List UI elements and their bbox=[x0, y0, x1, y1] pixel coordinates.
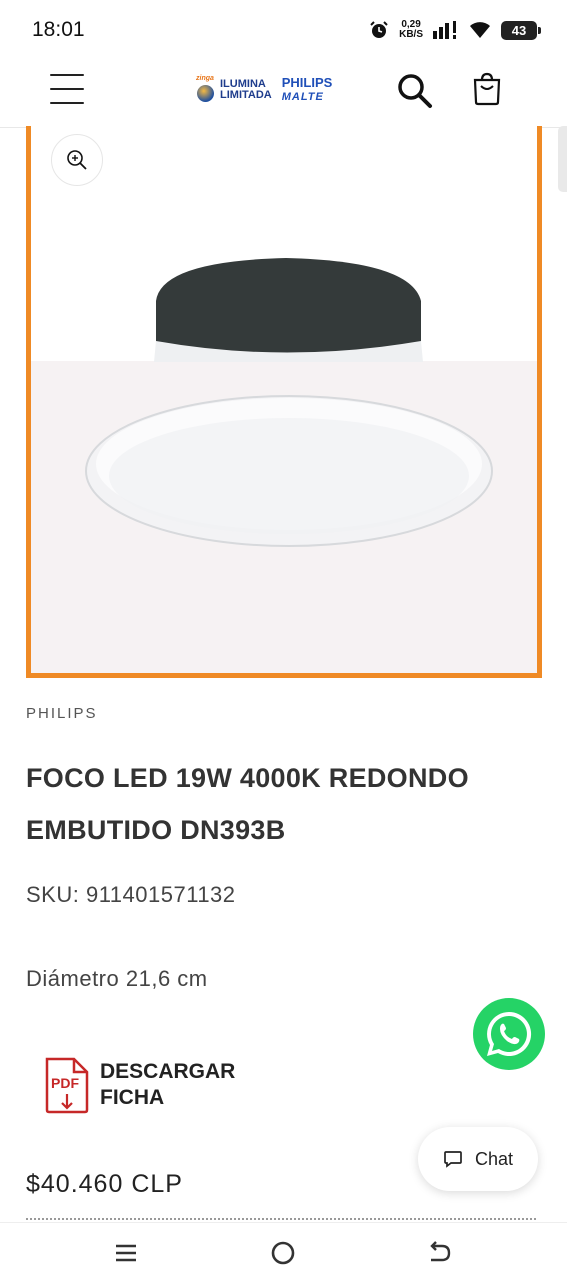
menu-lines-icon bbox=[116, 1244, 136, 1262]
download-label: DESCARGAR FICHA bbox=[100, 1060, 236, 1109]
logo-company-name: ILUMINA LIMITADA bbox=[220, 78, 272, 101]
system-nav-bar bbox=[0, 1222, 567, 1280]
product-diameter: Diámetro 21,6 cm bbox=[26, 966, 208, 991]
download-datasheet-button[interactable]: PDF DESCARGAR FICHA bbox=[44, 1056, 240, 1114]
back-button[interactable] bbox=[425, 1239, 453, 1267]
cart-button[interactable] bbox=[471, 72, 503, 106]
signal-icon bbox=[433, 21, 456, 39]
chat-label: Chat bbox=[474, 1148, 514, 1169]
status-time: 18:01 bbox=[32, 18, 85, 41]
site-logo[interactable]: zinga ILUMINA LIMITADA PHILIPS MALTE bbox=[196, 72, 344, 108]
status-icons: 0,29 KB/S 43 bbox=[369, 19, 541, 40]
product-image[interactable] bbox=[26, 126, 542, 678]
chat-bubble-icon bbox=[444, 1151, 462, 1168]
search-button[interactable] bbox=[396, 72, 434, 110]
product-sku: SKU: 911401571132 bbox=[26, 882, 236, 907]
menu-button[interactable] bbox=[50, 74, 84, 104]
page-scrollbar[interactable] bbox=[558, 126, 567, 192]
back-arrow-icon bbox=[430, 1241, 451, 1262]
logo-partner-brand: PHILIPS MALTE bbox=[281, 75, 333, 104]
net-speed: 0,29 KB/S bbox=[399, 19, 423, 40]
zoom-in-icon bbox=[67, 150, 87, 170]
zoom-button[interactable] bbox=[51, 134, 103, 186]
product-title: FOCO LED 19W 4000K REDONDO EMBUTIDO DN39… bbox=[26, 763, 469, 845]
menu-icon bbox=[50, 74, 84, 76]
svg-text:PDF: PDF bbox=[51, 1075, 79, 1091]
zinga-logo-icon: zinga bbox=[196, 75, 216, 105]
chat-button[interactable]: Chat bbox=[418, 1127, 538, 1191]
search-icon bbox=[398, 74, 432, 108]
home-circle-icon bbox=[271, 1241, 295, 1265]
recent-apps-button[interactable] bbox=[112, 1239, 140, 1267]
shopping-bag-icon bbox=[473, 72, 501, 106]
pdf-icon: PDF bbox=[45, 1057, 89, 1114]
site-header: zinga ILUMINA LIMITADA PHILIPS MALTE bbox=[0, 60, 567, 128]
status-bar: 18:01 0,29 KB/S 43 bbox=[0, 0, 567, 60]
product-price: $40.460 CLP bbox=[26, 1170, 183, 1198]
downlight-product-illustration bbox=[85, 258, 493, 547]
product-brand: PHILIPS bbox=[26, 705, 98, 722]
battery-icon: 43 bbox=[501, 20, 541, 40]
home-button[interactable] bbox=[269, 1239, 297, 1267]
wifi-icon bbox=[470, 22, 490, 38]
whatsapp-icon bbox=[487, 1011, 532, 1056]
alarm-icon bbox=[370, 21, 388, 38]
whatsapp-button[interactable] bbox=[473, 998, 545, 1070]
